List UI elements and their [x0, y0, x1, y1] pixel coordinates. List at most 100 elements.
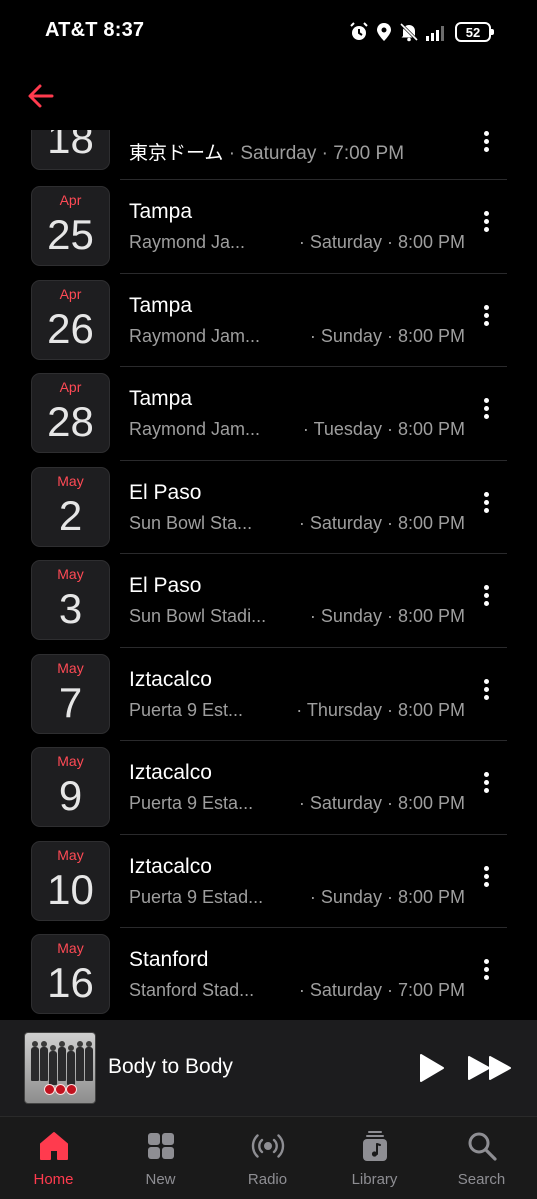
venue-name: Puerta 9 Estad... [129, 886, 264, 907]
date-tile: May 2 [31, 466, 110, 547]
concert-weekday: Saturday [309, 980, 382, 1000]
signal-icon [426, 23, 448, 41]
concert-meta: · Saturday · 8:00 PM [298, 793, 465, 813]
art-figure [40, 1041, 48, 1081]
concert-row[interactable]: Apr 25 Tampa Raymond Ja... · Saturday · … [0, 180, 537, 274]
art-figure [85, 1041, 93, 1081]
tab-new[interactable]: New [107, 1117, 214, 1199]
concert-details: Sun Bowl Sta... · Saturday · 8:00 PM [129, 513, 479, 535]
date-month: May [57, 846, 84, 863]
concert-meta: · Sunday · 8:00 PM [309, 886, 465, 907]
concert-time: 7:00 PM [397, 980, 465, 1000]
concert-details: Puerta 9 Est... · Thursday · 8:00 PM [129, 700, 479, 722]
concert-row[interactable]: Apr 28 Tampa Raymond Jam... · Tuesday · … [0, 367, 537, 461]
tab-radio[interactable]: Radio [214, 1117, 321, 1199]
tab-search[interactable]: Search [428, 1117, 535, 1199]
art-logo [44, 1084, 55, 1095]
date-month: May [57, 940, 84, 956]
more-options-button[interactable] [474, 208, 498, 238]
venue-name: Puerta 9 Est... [129, 699, 244, 720]
concert-details: Raymond Jam... · Sunday · 8:00 PM [129, 326, 479, 348]
play-button[interactable] [416, 1053, 446, 1083]
art-figure [31, 1041, 39, 1081]
concert-time: 8:00 PM [397, 606, 465, 626]
concert-list[interactable]: 18 東京ドーム · Saturday · 7:00 PM Apr 25 Tam… [0, 130, 537, 1020]
date-month: May [57, 472, 84, 489]
concert-row[interactable]: May 7 Iztacalco Puerta 9 Est... · Thursd… [0, 648, 537, 741]
concert-city: Stanford [129, 948, 209, 971]
tab-bar: Home New Radio Library Search [0, 1116, 537, 1199]
concert-details: Puerta 9 Estad... · Sunday · 8:00 PM [129, 887, 479, 909]
more-options-button[interactable] [474, 582, 498, 612]
more-options-button[interactable] [474, 956, 498, 986]
concert-meta: · Tuesday · 8:00 PM [302, 419, 465, 439]
concert-time: 8:00 PM [397, 419, 465, 439]
album-artwork[interactable] [24, 1032, 96, 1104]
fast-forward-button[interactable] [466, 1055, 514, 1081]
search-icon [468, 1132, 497, 1161]
concert-weekday: Saturday [240, 143, 317, 164]
concert-city: El Paso [129, 574, 202, 597]
date-month: Apr [59, 192, 82, 208]
concert-row[interactable]: May 2 El Paso Sun Bowl Sta... · Saturday… [0, 461, 537, 554]
art-figure [58, 1041, 66, 1081]
art-figure [76, 1041, 84, 1081]
date-month: May [57, 566, 84, 582]
venue-name: Raymond Ja... [129, 232, 246, 252]
concert-weekday: Saturday [309, 232, 382, 252]
tab-label: Search [457, 1171, 506, 1188]
art-figure [49, 1045, 57, 1085]
more-options-button[interactable] [474, 769, 498, 799]
concert-weekday: Sunday [320, 606, 382, 626]
concert-meta: · Saturday · 8:00 PM [298, 232, 465, 252]
venue-name: Stanford Stad... [129, 980, 255, 1000]
more-options-button[interactable] [474, 676, 498, 706]
concert-row[interactable]: May 10 Iztacalco Puerta 9 Estad... · Sun… [0, 835, 537, 928]
concert-weekday: Sunday [320, 886, 382, 907]
date-tile: Apr 26 [31, 279, 110, 360]
date-tile: May 9 [31, 747, 110, 827]
more-options-button[interactable] [474, 130, 498, 158]
date-tile: May 3 [31, 560, 110, 640]
concert-meta: · Thursday · 8:00 PM [296, 699, 465, 720]
date-day: 25 [47, 211, 94, 258]
concert-details: Raymond Jam... · Tuesday · 8:00 PM [129, 419, 479, 441]
venue-name: Sun Bowl Stadi... [129, 606, 267, 626]
library-icon [362, 1131, 387, 1161]
concert-city: Tampa [129, 293, 193, 317]
now-playing-title[interactable]: Body to Body [108, 1055, 233, 1079]
tab-label: Radio [247, 1171, 288, 1188]
concert-time: 8:00 PM [397, 793, 465, 813]
more-options-button[interactable] [474, 395, 498, 425]
concert-meta: · Sunday · 8:00 PM [309, 606, 465, 626]
concert-meta: · Sunday · 8:00 PM [309, 325, 465, 346]
date-day: 16 [47, 959, 94, 1006]
more-options-button[interactable] [474, 489, 498, 519]
art-logo [66, 1084, 77, 1095]
fast-forward-icon [468, 1056, 511, 1080]
mini-player[interactable]: Body to Body [0, 1020, 537, 1116]
tab-label: Library [351, 1171, 398, 1188]
date-month: Apr [59, 379, 82, 395]
concert-row[interactable]: May 16 Stanford Stanford Stad... · Satur… [0, 928, 537, 1020]
more-options-button[interactable] [474, 863, 498, 893]
concert-row[interactable]: Apr 26 Tampa Raymond Jam... · Sunday · 8… [0, 274, 537, 367]
concert-city: Tampa [129, 387, 193, 410]
concert-time: 7:00 PM [333, 143, 405, 164]
concert-city: Iztacalco [129, 667, 212, 691]
concert-meta: · Saturday · 7:00 PM [298, 980, 465, 1000]
location-icon [376, 22, 392, 42]
alarm-icon [349, 22, 369, 42]
date-day: 26 [47, 304, 94, 352]
home-icon [39, 1132, 68, 1160]
date-tile: Apr 25 [31, 186, 110, 266]
concert-row[interactable]: May 3 El Paso Sun Bowl Stadi... · Sunday… [0, 554, 537, 648]
concert-row[interactable]: May 9 Iztacalco Puerta 9 Esta... · Satur… [0, 741, 537, 835]
back-button[interactable] [26, 80, 58, 112]
date-day: 2 [58, 491, 83, 539]
tab-library[interactable]: Library [321, 1117, 428, 1199]
concert-weekday: Tuesday [313, 419, 382, 439]
more-options-button[interactable] [474, 302, 498, 332]
tab-home[interactable]: Home [0, 1117, 107, 1199]
date-tile: May 16 [31, 934, 110, 1014]
